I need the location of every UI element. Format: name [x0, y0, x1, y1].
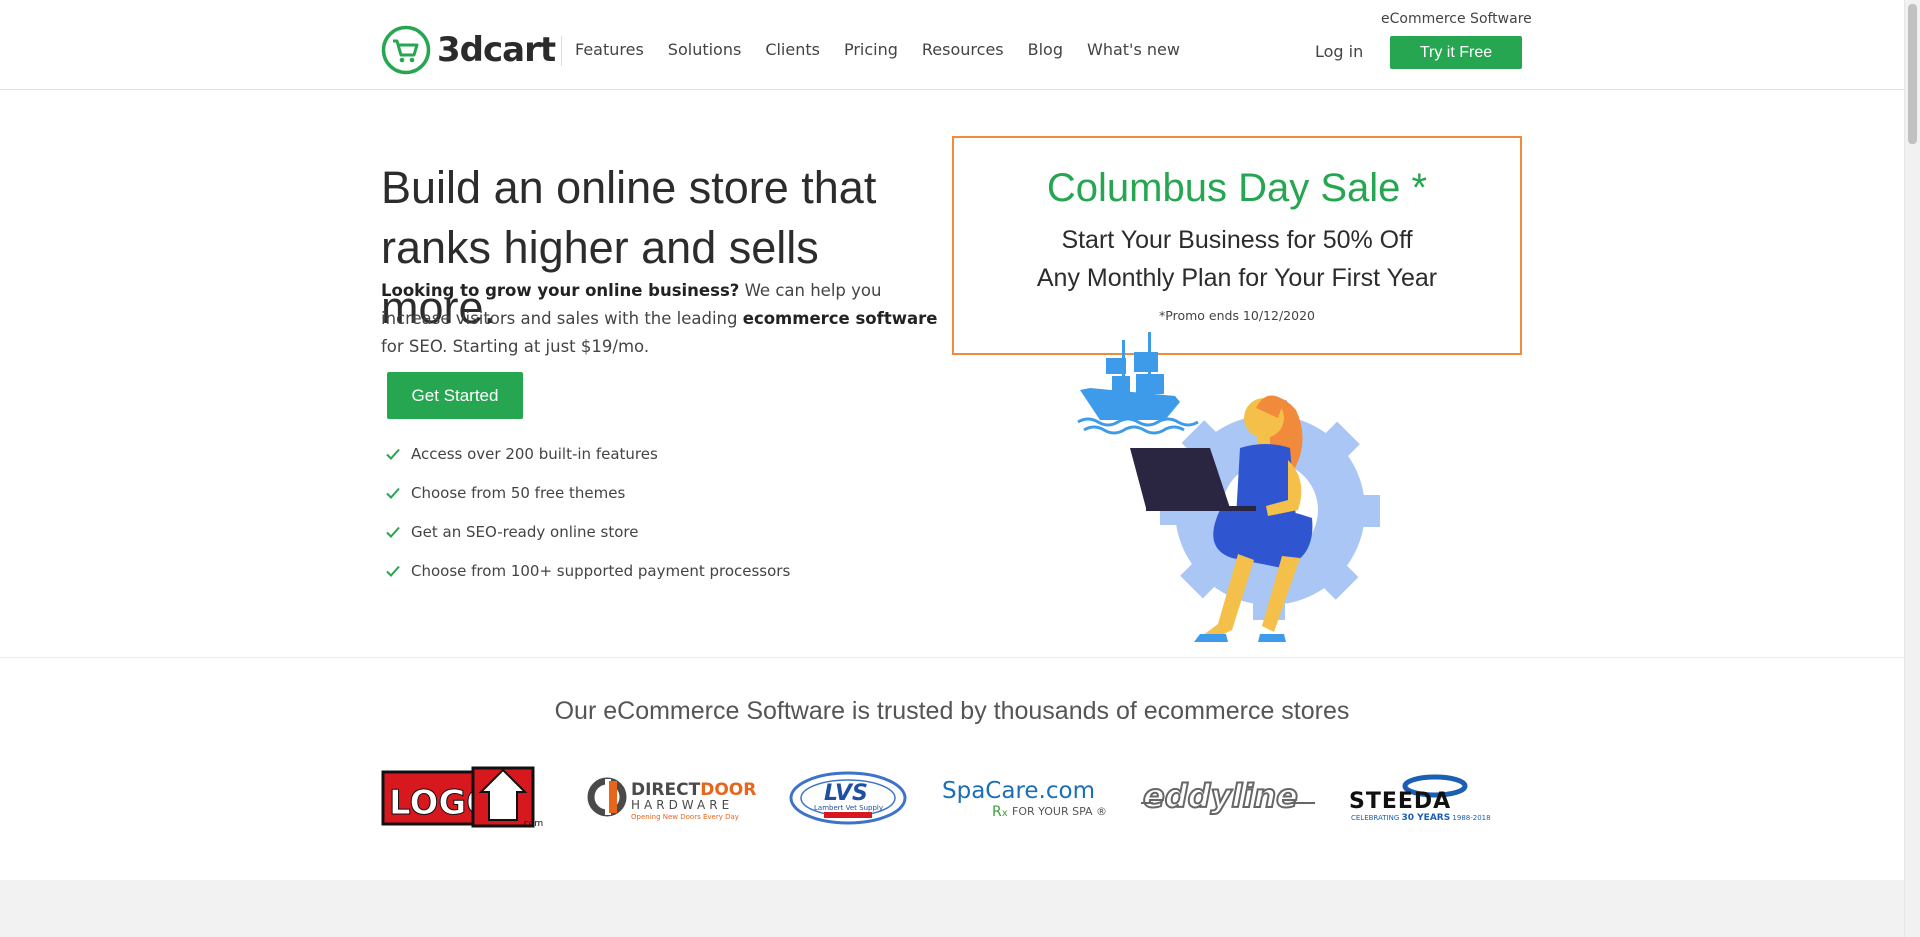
trust-title: Our eCommerce Software is trusted by tho…	[554, 697, 1350, 725]
svg-text:Lambert Vet Supply: Lambert Vet Supply	[814, 804, 883, 812]
nav-resources[interactable]: Resources	[922, 40, 1004, 59]
client-logo-lvs: LVS Lambert Vet Supply	[788, 763, 908, 833]
section-divider	[0, 657, 1904, 658]
promo-note: *Promo ends 10/12/2020	[1159, 308, 1315, 323]
feature-item: Choose from 100+ supported payment proce…	[385, 551, 790, 590]
feature-item: Access over 200 built-in features	[385, 434, 790, 473]
client-logo-spacare: SpaCare.com Rx FOR YOUR SPA ®	[940, 763, 1110, 833]
nav-features[interactable]: Features	[575, 40, 644, 59]
client-logo-directdoor: DIRECTDOOR HARDWARE Opening New Doors Ev…	[587, 763, 757, 833]
promo-line-1: Start Your Business for 50% Off	[1061, 226, 1413, 254]
checkmark-icon	[386, 487, 400, 499]
spacare-logo-image: SpaCare.com Rx FOR YOUR SPA ®	[942, 778, 1107, 820]
nav-solutions[interactable]: Solutions	[668, 40, 742, 59]
hero-copy-tail: for SEO. Starting at just $19/mo.	[381, 337, 650, 356]
svg-text:DIRECTDOOR: DIRECTDOOR	[631, 780, 756, 800]
checkmark-icon	[386, 565, 400, 577]
feature-list: Access over 200 built-in features Choose…	[385, 434, 790, 590]
login-link[interactable]: Log in	[1315, 42, 1363, 61]
eddyline-logo-image: eddyline	[1140, 776, 1315, 816]
svg-text:SpaCare.com: SpaCare.com	[942, 778, 1095, 804]
client-logo-steeda: STEEDA CELEBRATING 30 YEARS 1988-2018	[1347, 763, 1522, 833]
ship-shape	[1077, 332, 1199, 435]
svg-text:Opening New Doors Every Day: Opening New Doors Every Day	[631, 813, 739, 821]
feature-item: Choose from 50 free themes	[385, 473, 790, 512]
nav-pricing[interactable]: Pricing	[844, 40, 898, 59]
feature-text: Choose from 100+ supported payment proce…	[411, 561, 791, 580]
try-it-free-button[interactable]: Try it Free	[1390, 36, 1522, 69]
promo-title: Columbus Day Sale *	[1046, 166, 1428, 210]
svg-text:CELEBRATING 30 YEARS 1988-2018: CELEBRATING 30 YEARS 1988-2018	[1351, 813, 1491, 823]
checkmark-icon	[386, 448, 400, 460]
svg-text:FOR YOUR SPA ®: FOR YOUR SPA ®	[1012, 805, 1107, 818]
client-logo-eddyline: eddyline	[1140, 763, 1316, 833]
page-scrollbar[interactable]	[1904, 0, 1920, 937]
nav-blog[interactable]: Blog	[1028, 40, 1063, 59]
promo-box[interactable]: Columbus Day Sale * Start Your Business …	[952, 136, 1522, 355]
hero-copy-lead: Looking to grow your online business?	[381, 281, 740, 300]
feature-item: Get an SEO-ready online store	[385, 512, 790, 551]
svg-text:Rx: Rx	[992, 804, 1008, 820]
scrollbar-thumb[interactable]	[1908, 4, 1917, 144]
next-section-band	[0, 880, 1904, 937]
hero-illustration	[1077, 332, 1380, 642]
site-header: 3dcart Features Solutions Clients Pricin…	[0, 0, 1904, 90]
svg-text:eddyline: eddyline	[1143, 777, 1298, 815]
svg-text:LVS: LVS	[824, 781, 868, 806]
brand-logo[interactable]: 3dcart	[381, 25, 556, 75]
directdoor-logo-image: DIRECTDOOR HARDWARE Opening New Doors Ev…	[587, 777, 757, 821]
cart-logo-icon	[381, 25, 431, 75]
nav-whats-new[interactable]: What's new	[1087, 40, 1180, 59]
checkmark-icon	[386, 526, 400, 538]
logoup-logo-image: LOGO .com	[381, 766, 543, 829]
svg-text:STEEDA: STEEDA	[1349, 789, 1451, 814]
svg-text:HARDWARE: HARDWARE	[631, 798, 733, 812]
main-nav: Features Solutions Clients Pricing Resou…	[575, 40, 1204, 59]
lvs-logo-image: LVS Lambert Vet Supply	[789, 771, 907, 824]
svg-text:.com: .com	[521, 819, 543, 829]
feature-text: Choose from 50 free themes	[411, 483, 626, 502]
client-logo-logoup: LOGO .com	[381, 763, 556, 833]
feature-text: Get an SEO-ready online store	[411, 522, 639, 541]
logo-divider	[561, 36, 562, 66]
feature-text: Access over 200 built-in features	[411, 444, 658, 463]
ecommerce-software-tag[interactable]: eCommerce Software	[1381, 11, 1532, 27]
client-logos: LOGO .com DIRECTDOOR HARDWARE Opening Ne…	[381, 760, 1522, 835]
promo-line-2: Any Monthly Plan for Your First Year	[1036, 264, 1438, 292]
steeda-logo-image: STEEDA CELEBRATING 30 YEARS 1988-2018	[1349, 774, 1491, 823]
brand-name: 3dcart	[437, 30, 556, 70]
hero-copy: Looking to grow your online business? We…	[381, 277, 941, 361]
nav-clients[interactable]: Clients	[765, 40, 820, 59]
hero-copy-bold: ecommerce software	[742, 309, 938, 328]
get-started-button[interactable]: Get Started	[387, 372, 523, 419]
